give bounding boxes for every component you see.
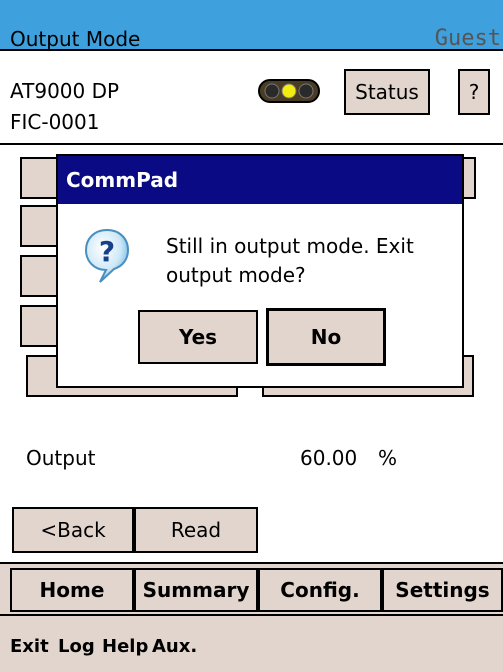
title-bar: Output Mode Guest <box>0 0 503 51</box>
back-button[interactable]: <Back <box>12 507 134 553</box>
no-button[interactable]: No <box>266 308 386 366</box>
nav-config-button[interactable]: Config. <box>258 568 382 612</box>
background-button[interactable] <box>20 305 60 347</box>
status-button[interactable]: Status <box>344 69 430 115</box>
nav-bar: Home Summary Config. Settings <box>0 562 503 614</box>
help-button[interactable]: ? <box>458 69 490 115</box>
menu-exit[interactable]: Exit <box>10 636 49 657</box>
nav-home-button[interactable]: Home <box>10 568 134 612</box>
nav-summary-button[interactable]: Summary <box>134 568 258 612</box>
mode-title: Output Mode <box>10 27 141 51</box>
background-button[interactable] <box>20 205 60 247</box>
device-bar: AT9000 DP FIC-0001 Status ? <box>0 51 503 145</box>
menu-help[interactable]: Help <box>102 636 148 657</box>
confirm-dialog: CommPad ? Still in output mode. Exit out… <box>56 154 464 388</box>
dialog-message: Still in output mode. Exit output mode? <box>166 234 414 287</box>
background-button[interactable] <box>20 157 60 199</box>
svg-text:?: ? <box>99 235 115 268</box>
output-unit: % <box>378 446 398 470</box>
device-tag: FIC-0001 <box>10 110 100 134</box>
output-value: 60.00 <box>300 446 358 470</box>
device-model: AT9000 DP <box>10 79 120 103</box>
menu-aux[interactable]: Aux. <box>152 636 197 657</box>
output-label: Output <box>26 446 96 470</box>
dialog-title: CommPad <box>58 156 462 204</box>
yes-button[interactable]: Yes <box>138 310 258 364</box>
question-icon: ? <box>84 228 130 283</box>
user-label: Guest <box>434 26 501 51</box>
status-lights-icon <box>258 79 320 103</box>
background-button[interactable] <box>20 255 60 297</box>
nav-settings-button[interactable]: Settings <box>382 568 503 612</box>
menu-bar: Exit Log Help Aux. <box>0 614 503 672</box>
menu-log[interactable]: Log <box>58 636 95 657</box>
read-button[interactable]: Read <box>134 507 258 553</box>
